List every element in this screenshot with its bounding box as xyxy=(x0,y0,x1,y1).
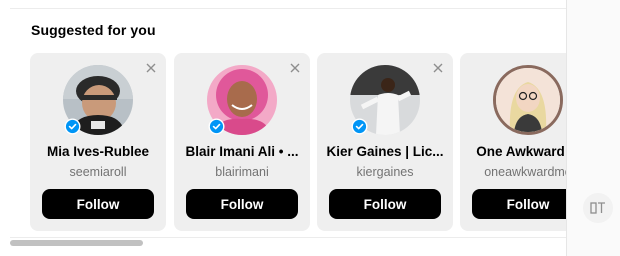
verified-badge-icon xyxy=(208,118,225,135)
suggestion-card: Mia Ives-Rublee seemiaroll Follow xyxy=(30,53,166,231)
suggestion-username[interactable]: seemiaroll xyxy=(34,165,162,179)
suggestion-username[interactable]: blairimani xyxy=(178,165,306,179)
follow-button[interactable]: Follow xyxy=(186,189,298,219)
suggestions-carousel: Mia Ives-Rublee seemiaroll Follow Blair … xyxy=(30,53,566,231)
follow-button[interactable]: Follow xyxy=(42,189,154,219)
divider xyxy=(10,237,566,238)
suggestion-card: Blair Imani Ali • ... blairimani Follow xyxy=(174,53,310,231)
avatar-container[interactable] xyxy=(493,65,563,135)
suggestion-card: Kier Gaines | Lic... kiergaines Follow xyxy=(317,53,453,231)
close-icon[interactable] xyxy=(288,61,302,75)
suggestion-name[interactable]: One Awkward ... xyxy=(464,144,566,159)
suggestion-username[interactable]: oneawkwardmo xyxy=(464,165,566,179)
follow-button[interactable]: Follow xyxy=(329,189,441,219)
suggestions-panel: Suggested for you Mia Ives-Rublee seemia… xyxy=(0,0,567,256)
section-title: Suggested for you xyxy=(31,22,156,38)
avatar-container[interactable] xyxy=(207,65,277,135)
verified-badge-icon xyxy=(351,118,368,135)
suggestion-username[interactable]: kiergaines xyxy=(321,165,449,179)
translate-icon[interactable] xyxy=(583,193,613,223)
scrollbar-thumb[interactable] xyxy=(10,240,143,246)
avatar[interactable] xyxy=(493,65,563,135)
close-icon[interactable] xyxy=(431,61,445,75)
suggestion-name[interactable]: Blair Imani Ali • ... xyxy=(178,144,306,159)
suggestion-name[interactable]: Kier Gaines | Lic... xyxy=(321,144,449,159)
avatar-container[interactable] xyxy=(350,65,420,135)
close-icon[interactable] xyxy=(144,61,158,75)
verified-badge-icon xyxy=(64,118,81,135)
avatar-container[interactable] xyxy=(63,65,133,135)
suggestion-card: One Awkward ... oneawkwardmo Follow xyxy=(460,53,566,231)
horizontal-scrollbar[interactable] xyxy=(10,239,566,247)
divider xyxy=(10,8,566,9)
follow-button[interactable]: Follow xyxy=(472,189,566,219)
suggestion-name[interactable]: Mia Ives-Rublee xyxy=(34,144,162,159)
